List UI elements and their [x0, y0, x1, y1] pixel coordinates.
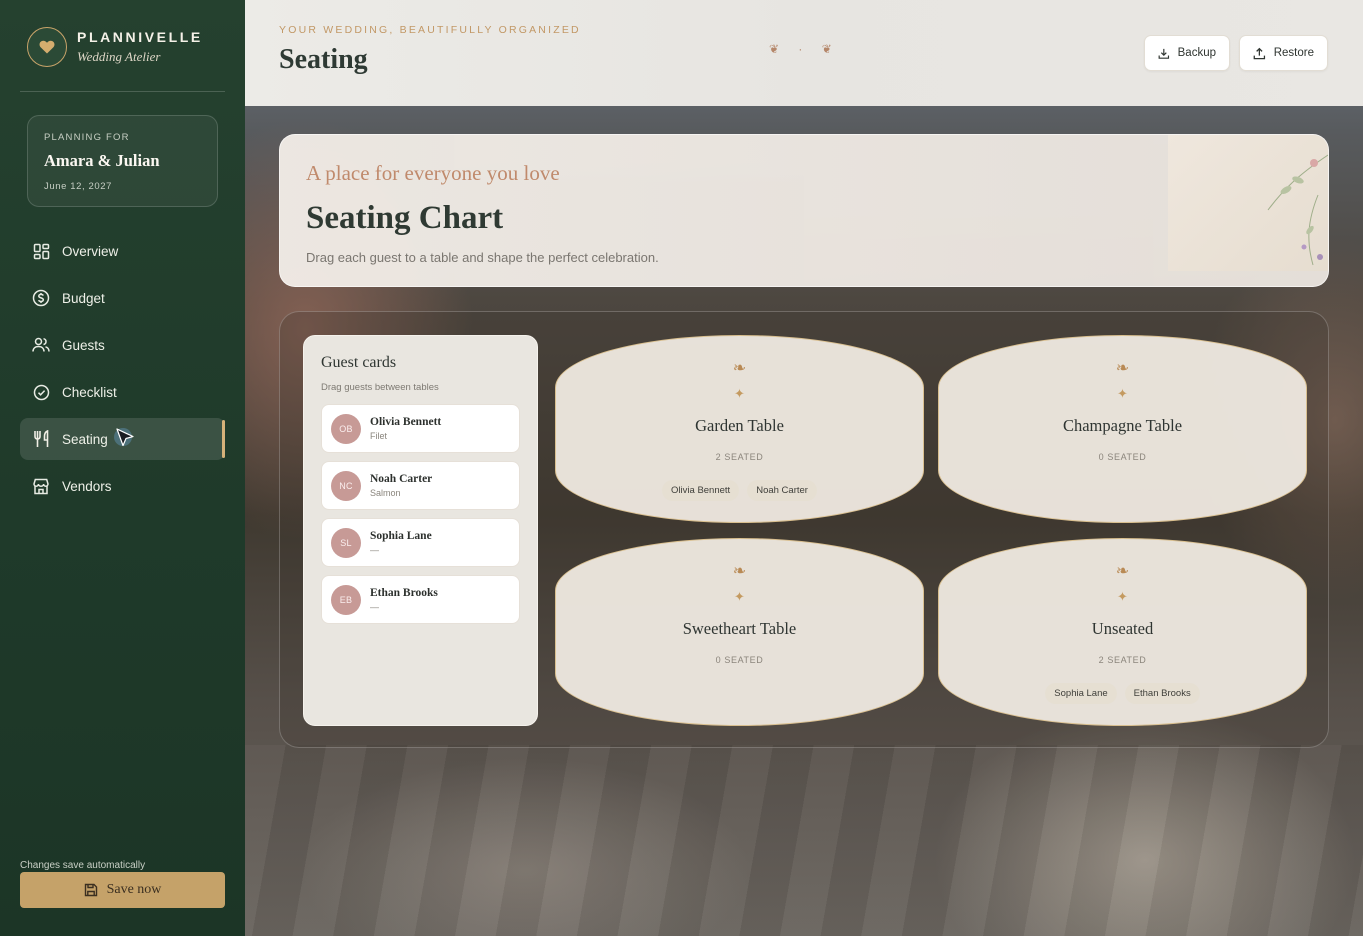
sparkle-icon: ✦ [1117, 386, 1128, 401]
sidebar-item-label: Vendors [62, 478, 112, 494]
guest-name: Sophia Lane [370, 530, 432, 542]
guest-panel-subtitle: Drag guests between tables [321, 382, 439, 393]
upload-icon [1253, 47, 1266, 59]
hero-tagline: A place for everyone you love [306, 161, 560, 185]
guest-card[interactable]: OB Olivia Bennett Filet [321, 404, 520, 453]
leaf-ornament-icon: ❧ [1115, 360, 1130, 377]
guest-chip[interactable]: Sophia Lane [1045, 683, 1117, 704]
hero-description: Drag each guest to a table and shape the… [306, 250, 659, 265]
sparkle-icon: ✦ [734, 589, 745, 604]
heart-logo-icon [27, 27, 67, 67]
hero-card: A place for everyone you love Seating Ch… [279, 134, 1329, 287]
guest-chip[interactable]: Noah Carter [747, 480, 817, 501]
leaf-ornament-icon: ❧ [732, 563, 747, 580]
sparkle-icon: ✦ [734, 386, 745, 401]
guest-chip[interactable]: Olivia Bennett [662, 480, 740, 501]
guest-list: OB Olivia Bennett Filet NC Noah Carter S… [321, 404, 520, 624]
brand-name: PLANNIVELLE [77, 29, 203, 45]
brand-subtitle: Wedding Atelier [77, 49, 161, 64]
table-name: Sweetheart Table [682, 619, 797, 638]
guest-meal: — [370, 602, 379, 612]
planning-label: PLANNING FOR [44, 132, 130, 143]
table-guest-chips: Olivia Bennett Noah Carter [556, 480, 923, 501]
guest-name: Noah Carter [370, 473, 433, 485]
table-name: Garden Table [695, 416, 784, 435]
dollar-icon [32, 289, 50, 307]
sidebar-nav: Overview Budget Guests Checklist Seating [20, 230, 225, 512]
guest-panel-title: Guest cards [321, 354, 397, 371]
guest-card[interactable]: NC Noah Carter Salmon [321, 461, 520, 510]
sidebar-item-budget[interactable]: Budget [20, 277, 225, 319]
guest-chip[interactable]: Ethan Brooks [1124, 683, 1200, 704]
save-now-button[interactable]: Save now [20, 872, 225, 908]
guest-meal: Filet [370, 431, 388, 441]
table-sweetheart[interactable]: ❧ ✦ Sweetheart Table 0 SEATED [555, 538, 924, 726]
guest-card[interactable]: EB Ethan Brooks — [321, 575, 520, 624]
utensils-icon [32, 430, 50, 448]
guest-meal: — [370, 545, 379, 555]
autosave-note: Changes save automatically [20, 860, 146, 871]
table-seated-count: 2 SEATED [715, 452, 764, 462]
backup-label: Backup [1177, 47, 1216, 59]
guest-name: Olivia Bennett [370, 416, 442, 428]
table-name: Champagne Table [1062, 416, 1183, 435]
restore-button[interactable]: Restore [1239, 35, 1328, 71]
avatar: SL [331, 527, 361, 558]
users-icon [32, 336, 50, 354]
guest-name: Ethan Brooks [370, 587, 438, 599]
guest-meal: Salmon [370, 488, 401, 498]
sparkle-icon: ✦ [1117, 589, 1128, 604]
brand: PLANNIVELLE Wedding Atelier [27, 27, 203, 67]
table-name: Unseated [1091, 619, 1154, 638]
sidebar-item-seating[interactable]: Seating [20, 418, 225, 460]
page-header: YOUR WEDDING, BEAUTIFULLY ORGANIZED Seat… [245, 0, 1363, 106]
grid-icon [32, 242, 50, 260]
save-now-label: Save now [106, 882, 162, 897]
guest-card[interactable]: SL Sophia Lane — [321, 518, 520, 567]
table-seated-count: 2 SEATED [1098, 655, 1147, 665]
header-kicker: YOUR WEDDING, BEAUTIFULLY ORGANIZED [279, 24, 581, 36]
leaf-ornament-icon: ❧ [1115, 563, 1130, 580]
leaf-ornament-icon: ❧ [732, 360, 747, 377]
mouse-pointer-icon [114, 427, 138, 456]
page-title: Seating [279, 44, 368, 75]
seating-board: Guest cards Drag guests between tables O… [279, 311, 1329, 748]
avatar: NC [331, 470, 361, 501]
sidebar-item-label: Guests [62, 337, 105, 353]
avatar: OB [331, 413, 361, 444]
check-circle-icon [32, 383, 50, 401]
couple-names: Amara & Julian [44, 151, 160, 170]
sidebar-divider [20, 91, 225, 92]
store-icon [32, 477, 50, 495]
sidebar-item-guests[interactable]: Guests [20, 324, 225, 366]
planning-card: PLANNING FOR Amara & Julian June 12, 202… [27, 115, 218, 207]
sidebar-item-label: Overview [62, 243, 119, 259]
main-area: YOUR WEDDING, BEAUTIFULLY ORGANIZED Seat… [245, 0, 1363, 936]
table-garden[interactable]: ❧ ✦ Garden Table 2 SEATED Olivia Bennett… [555, 335, 924, 523]
table-unseated[interactable]: ❧ ✦ Unseated 2 SEATED Sophia Lane Ethan … [938, 538, 1307, 726]
wedding-date: June 12, 2027 [44, 181, 113, 192]
sidebar-item-label: Seating [62, 431, 108, 447]
background-scene [245, 745, 1363, 936]
sidebar-item-checklist[interactable]: Checklist [20, 371, 225, 413]
sidebar-item-label: Checklist [62, 384, 117, 400]
floral-illustration [1168, 135, 1328, 271]
hero-title: Seating Chart [306, 200, 504, 236]
header-ornament: ❦ · ❦ [769, 42, 840, 56]
table-guest-chips: Sophia Lane Ethan Brooks [939, 683, 1306, 704]
table-seated-count: 0 SEATED [715, 655, 764, 665]
guest-cards-panel: Guest cards Drag guests between tables O… [303, 335, 538, 726]
download-icon [1158, 48, 1170, 59]
sidebar-item-label: Budget [62, 290, 105, 306]
restore-label: Restore [1273, 47, 1314, 59]
sidebar-item-overview[interactable]: Overview [20, 230, 225, 272]
sidebar-item-vendors[interactable]: Vendors [20, 465, 225, 507]
save-icon [84, 883, 97, 897]
backup-button[interactable]: Backup [1144, 35, 1230, 71]
table-champagne[interactable]: ❧ ✦ Champagne Table 0 SEATED [938, 335, 1307, 523]
avatar: EB [331, 584, 361, 615]
sidebar: PLANNIVELLE Wedding Atelier PLANNING FOR… [0, 0, 245, 936]
table-seated-count: 0 SEATED [1098, 452, 1147, 462]
